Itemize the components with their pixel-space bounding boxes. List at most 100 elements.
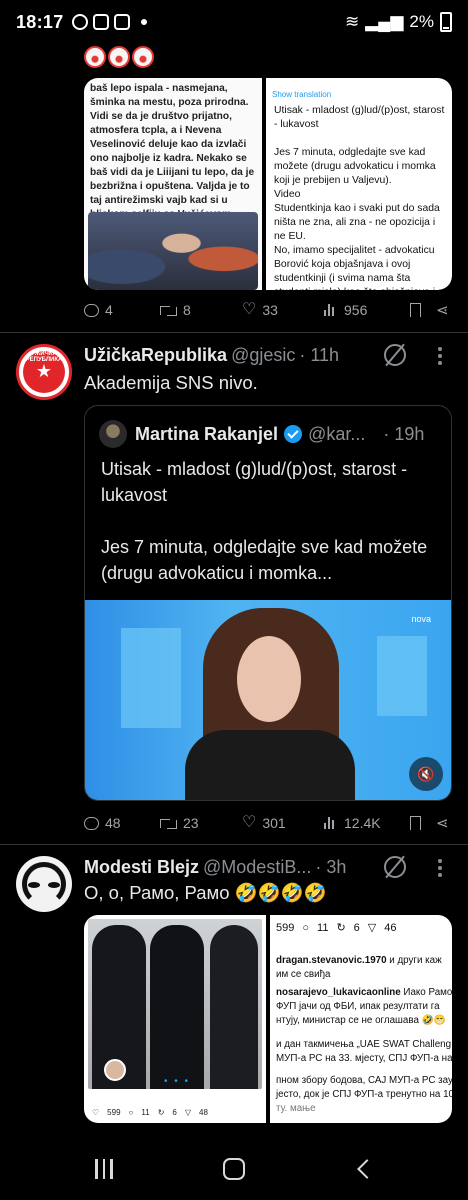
author-handle[interactable]: @gjesic	[231, 345, 295, 366]
avatar[interactable]	[16, 856, 72, 912]
grok-icon[interactable]	[384, 344, 406, 366]
tweet3-header: Modesti Blejz @ModestiB... · 3h	[84, 855, 346, 879]
comment-icon: ○	[128, 1108, 134, 1117]
image-right-stats: 599 ○ 11 ↻ 6 ▽ 46	[276, 921, 397, 935]
tweet-time: · 11h	[299, 344, 340, 365]
clown-emoji-icon	[108, 46, 130, 68]
quoted-tweet-time: · 19h	[383, 423, 425, 444]
share-button[interactable]: ⋖	[436, 301, 449, 319]
home-icon	[223, 1158, 245, 1180]
repost-button[interactable]: 23	[160, 815, 242, 831]
whatsapp-icon	[71, 14, 88, 30]
repost-icon	[160, 304, 177, 316]
clown-emoji-icon	[84, 46, 106, 68]
repost-icon	[160, 817, 177, 829]
tweet2-header: UžičkaRepublika @gjesic · 11h	[84, 343, 339, 367]
navigation-bar	[0, 1138, 468, 1200]
author-handle[interactable]: @ModestiB...	[203, 857, 311, 878]
show-translation-link: Show translation	[272, 90, 332, 99]
verified-badge-icon	[284, 425, 303, 443]
home-button[interactable]	[214, 1156, 254, 1182]
more-notifications-icon	[140, 19, 147, 25]
tweet1-actions: 4 8 ♡ 33 956 ⋖	[84, 298, 454, 322]
tweet3-image-right[interactable]: 599 ○ 11 ↻ 6 ▽ 46 dragan.stevanovic.1970 и …	[270, 915, 452, 1123]
quoted-tweet[interactable]: Martina Rakanjel @kar... · 19h Utisak - …	[84, 405, 452, 801]
gallery-icon	[92, 14, 109, 30]
views-icon	[324, 304, 338, 316]
clown-emoji-icon	[132, 46, 154, 68]
tweet3-text: О, о, Рамо, Рамо 🤣🤣🤣🤣	[84, 882, 327, 903]
tweet1-image-left[interactable]: baš lepo ispala - nasmejana, šminka na m…	[84, 78, 262, 290]
share-icon: ⋖	[436, 302, 449, 319]
notification-icons	[71, 14, 147, 30]
channel-logo: nova	[411, 614, 431, 624]
tweet-time: · 3h	[315, 856, 347, 877]
tweet3-image-left[interactable]: • • • ♡ 599 ○ 11 ↻ 6 ▽ 48	[84, 915, 266, 1123]
battery-percent: 2%	[409, 12, 434, 31]
tweet1-media[interactable]: baš lepo ispala - nasmejana, šminka na m…	[84, 78, 452, 290]
tweet3-media[interactable]: • • • ♡ 599 ○ 11 ↻ 6 ▽ 48 599 ○ 11 ↻ 6 ▽ 46 dra…	[84, 915, 452, 1123]
quoted-tweet-header: Martina Rakanjel @kar... · 19h	[99, 420, 424, 448]
quoted-avatar	[99, 420, 127, 448]
author-name[interactable]: UžičkaRepublika	[84, 345, 227, 366]
tweet2-actions: 48 23 ♡ 301 12.4K ⋖	[84, 811, 454, 835]
status-bar: 18:17 ≋ ▂▄▆ 2%	[0, 0, 468, 44]
reply-button[interactable]: 48	[84, 815, 160, 831]
recents-icon	[95, 1159, 113, 1179]
more-options-icon[interactable]	[438, 347, 442, 365]
views-button[interactable]: 956	[324, 302, 410, 318]
battery-icon	[440, 12, 452, 32]
send-icon: ▽	[367, 922, 377, 934]
author-name[interactable]: Modesti Blejz	[84, 857, 199, 878]
repost-icon: ↻	[336, 922, 346, 934]
tweet-divider	[0, 844, 468, 845]
views-icon	[324, 817, 338, 829]
like-button[interactable]: ♡ 33	[242, 301, 324, 319]
wifi-icon: ≋	[344, 12, 360, 31]
checkbox-icon	[113, 14, 130, 30]
quoted-author-handle: @kar...	[308, 423, 366, 444]
views-button[interactable]: 12.4K	[324, 815, 410, 831]
quoted-tweet-text: Utisak - mladost (g)lud/(p)ost, starost …	[101, 459, 428, 583]
video-player[interactable]: nova 🔇	[85, 600, 451, 800]
image-left-stats: ♡ 599 ○ 11 ↻ 6 ▽ 48	[92, 1108, 208, 1117]
mute-button[interactable]: 🔇	[409, 757, 443, 791]
reply-icon	[84, 816, 99, 830]
back-icon	[357, 1159, 377, 1179]
heart-icon: ♡	[92, 1108, 100, 1117]
tweet-divider	[0, 332, 468, 333]
carousel-dots: • • •	[164, 1076, 191, 1087]
heart-icon: ♡	[242, 301, 257, 318]
tweet2-text: Akademija SNS nivo.	[84, 372, 258, 393]
quoted-author-name: Martina Rakanjel	[135, 423, 279, 444]
speaker-muted-icon: 🔇	[417, 765, 435, 782]
heart-icon: ♡	[242, 814, 257, 831]
recents-button[interactable]	[84, 1156, 124, 1182]
clown-emojis	[84, 46, 154, 68]
grok-icon[interactable]	[384, 856, 406, 878]
avatar[interactable]: УЖИЧКА РЕПУБЛИКА ★	[16, 344, 72, 400]
share-button[interactable]: ⋖	[436, 814, 449, 832]
comment-icon: ○	[302, 921, 310, 934]
back-button[interactable]	[344, 1156, 384, 1182]
more-options-icon[interactable]	[438, 859, 442, 877]
repost-button[interactable]: 8	[160, 302, 242, 318]
bookmark-icon	[410, 303, 421, 317]
bookmark-button[interactable]	[410, 303, 436, 317]
tweet1-right-image-text: Utisak - mladost (g)lud/(p)ost, starost …	[274, 105, 445, 290]
reply-button[interactable]: 4	[84, 302, 160, 318]
reply-icon	[84, 303, 99, 317]
share-icon: ⋖	[436, 815, 449, 832]
send-icon: ▽	[184, 1108, 191, 1117]
star-icon: ★	[35, 361, 53, 381]
police-photo	[88, 919, 262, 1089]
selfie-photo	[88, 212, 258, 290]
repost-icon: ↻	[157, 1108, 165, 1117]
signal-icon: ▂▄▆	[365, 12, 404, 31]
status-time: 18:17	[16, 11, 64, 32]
system-icons: ≋ ▂▄▆ 2%	[345, 12, 452, 32]
tweet1-image-right[interactable]: Show translation Utisak - mladost (g)lud…	[266, 78, 452, 290]
bookmark-button[interactable]	[410, 816, 436, 830]
like-button[interactable]: ♡ 301	[242, 814, 324, 832]
bookmark-icon	[410, 816, 421, 830]
